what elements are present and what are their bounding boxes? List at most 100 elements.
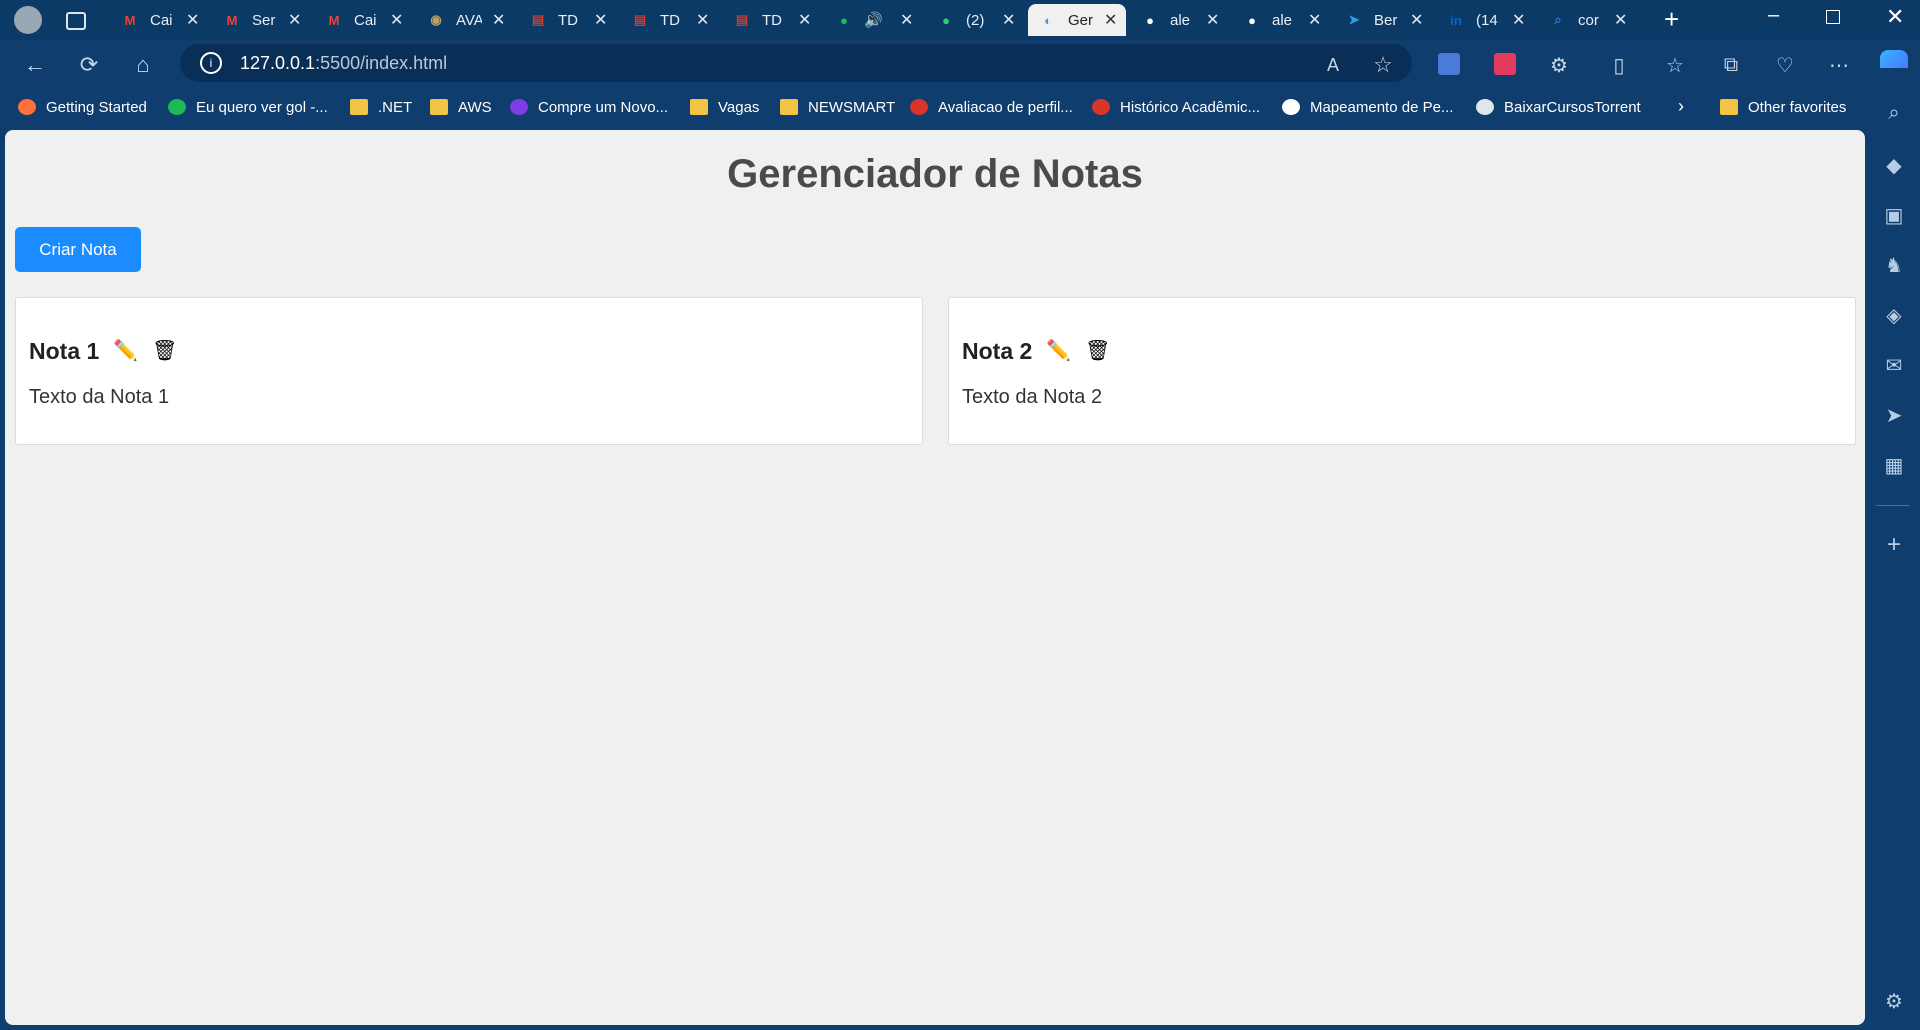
back-arrow-icon[interactable]: ←	[20, 50, 50, 80]
profile-extension-icon[interactable]	[1494, 53, 1516, 75]
reload-icon[interactable]: ⟳	[74, 50, 104, 80]
close-tab-icon[interactable]: ✕	[900, 10, 913, 30]
close-tab-icon[interactable]: ✕	[1002, 10, 1015, 30]
bookmark-item[interactable]: AWS	[430, 96, 492, 118]
tab-label: ale	[1170, 11, 1191, 29]
tab-label: (2)	[966, 11, 985, 29]
delete-trash-icon[interactable]: 🗑	[152, 338, 177, 363]
profile-avatar[interactable]	[14, 6, 42, 34]
bookmark-item[interactable]: BaixarCursosTorrent	[1476, 96, 1641, 118]
sidebar-add-icon[interactable]: +	[1881, 531, 1907, 558]
bookmark-label: .NET	[378, 98, 413, 116]
notes-icon: ◐	[1044, 12, 1052, 28]
home-icon[interactable]: ⌂	[128, 50, 158, 80]
bookmark-item[interactable]: NEWSMART	[780, 96, 895, 118]
close-tab-icon[interactable]: ✕	[1614, 10, 1627, 30]
linkedin-icon: in	[1450, 12, 1462, 28]
create-note-button[interactable]: Criar Nota	[15, 227, 141, 272]
browser-tab[interactable]: ● ale ✕	[1232, 4, 1330, 36]
other-favorites[interactable]: Other favorites	[1720, 96, 1846, 118]
sidebar-send-icon[interactable]: ➤	[1881, 402, 1907, 428]
close-tab-icon[interactable]: ✕	[1206, 10, 1219, 30]
github-icon: ●	[1248, 12, 1256, 28]
url-path: :5500/index.html	[315, 53, 448, 73]
sidebar-outlook-icon[interactable]: ✉	[1881, 352, 1907, 378]
favorite-star-icon[interactable]: ☆	[1368, 50, 1398, 80]
browser-tab[interactable]: ▤ TD ✕	[518, 4, 616, 36]
sidebar-office-icon[interactable]: ◈	[1881, 302, 1907, 328]
whatsapp-icon: ●	[942, 12, 950, 28]
close-tab-icon[interactable]: ✕	[594, 10, 607, 30]
delete-trash-icon[interactable]: 🗑	[1085, 338, 1110, 363]
browser-tab[interactable]: ● 🔊 ✕	[824, 4, 922, 36]
sidebar-shopping-icon[interactable]: ◆	[1881, 152, 1907, 178]
bookmark-item[interactable]: Vagas	[690, 96, 759, 118]
browser-tab[interactable]: ◉ AVA ✕	[416, 4, 514, 36]
extensions-icon[interactable]: ⚙	[1544, 50, 1574, 80]
note-card: Nota 1 ✏️ 🗑 Texto da Nota 1	[15, 297, 923, 445]
site-info-icon[interactable]: i	[200, 52, 222, 74]
browser-tab[interactable]: ● (2) ✕	[926, 4, 1024, 36]
sidebar-search-icon[interactable]: ⌕	[1881, 100, 1907, 126]
browser-tab[interactable]: M Cai ✕	[110, 4, 208, 36]
browser-tab[interactable]: ◐ Ger ✕	[1028, 4, 1126, 36]
favorites-icon[interactable]: ☆	[1660, 50, 1690, 80]
browser-tab[interactable]: in (14 ✕	[1436, 4, 1534, 36]
close-tab-icon[interactable]: ✕	[288, 10, 301, 30]
browser-tab[interactable]: ⌕ cor ✕	[1538, 4, 1636, 36]
bookmark-label: Vagas	[718, 98, 760, 116]
close-tab-icon[interactable]: ✕	[696, 10, 709, 30]
bookmark-item[interactable]: .NET	[350, 96, 412, 118]
bookmark-item[interactable]: Compre um Novo...	[510, 96, 668, 118]
tab-label: TD	[660, 11, 680, 29]
bookmarks-overflow-chevron-icon[interactable]: ›	[1678, 96, 1684, 117]
close-tab-icon[interactable]: ✕	[1308, 10, 1321, 30]
close-tab-icon[interactable]: ✕	[186, 10, 199, 30]
bookmark-label: NEWSMART	[808, 98, 896, 116]
bookmark-item[interactable]: Avaliacao de perfil...	[910, 96, 1073, 118]
browser-tab[interactable]: ▤ TD ✕	[722, 4, 820, 36]
close-tab-icon[interactable]: ✕	[798, 10, 811, 30]
speaker-icon[interactable]: 🔊	[864, 11, 890, 29]
bookmark-item[interactable]: Eu quero ver gol -...	[168, 96, 328, 118]
site-icon	[1476, 99, 1494, 115]
read-aloud-icon[interactable]: A	[1318, 50, 1348, 80]
browser-tab[interactable]: M Ser ✕	[212, 4, 310, 36]
gmail-icon: M	[226, 12, 238, 28]
browser-tab[interactable]: ▤ TD ✕	[620, 4, 718, 36]
folder-icon	[350, 99, 368, 115]
edit-pencil-icon[interactable]: ✏️	[1046, 338, 1071, 363]
pdf-icon: ▤	[531, 12, 545, 27]
tab-label: Ger	[1068, 11, 1094, 29]
bookmark-label: BaixarCursosTorrent	[1504, 98, 1641, 116]
tab-label: AVA	[456, 11, 482, 29]
sidebar-settings-icon[interactable]: ⚙	[1881, 988, 1907, 1014]
sidebar-tools-icon[interactable]: ▣	[1881, 202, 1907, 228]
translate-extension-icon[interactable]	[1438, 53, 1460, 75]
split-screen-icon[interactable]: ▯	[1604, 50, 1634, 80]
folder-icon	[780, 99, 798, 115]
bookmark-item[interactable]: Histórico Acadêmic...	[1092, 96, 1260, 118]
collections-icon[interactable]: ⧉	[1716, 50, 1746, 80]
browser-essentials-icon[interactable]: ♡	[1770, 50, 1800, 80]
edit-pencil-icon[interactable]: ✏️	[113, 338, 138, 363]
browser-tab[interactable]: M Cai ✕	[314, 4, 412, 36]
restore-button[interactable]	[1826, 10, 1840, 24]
close-tab-icon[interactable]: ✕	[492, 10, 505, 30]
close-tab-icon[interactable]: ✕	[1410, 10, 1423, 30]
close-tab-icon[interactable]: ✕	[390, 10, 403, 30]
browser-tab[interactable]: ● ale ✕	[1130, 4, 1228, 36]
sidebar-calculator-icon[interactable]: ▦	[1881, 452, 1907, 478]
new-tab-button[interactable]: +	[1664, 4, 1679, 35]
close-tab-icon[interactable]: ✕	[1104, 10, 1117, 30]
bookmark-item[interactable]: Getting Started	[18, 96, 147, 118]
bookmark-item[interactable]: Mapeamento de Pe...	[1282, 96, 1453, 118]
minimize-button[interactable]: –	[1768, 4, 1779, 27]
more-options-icon[interactable]: ⋯	[1824, 50, 1854, 80]
close-window-button[interactable]: ✕	[1886, 4, 1904, 30]
url-text[interactable]: 127.0.0.1:5500/index.html	[240, 53, 447, 74]
sidebar-games-icon[interactable]: ♞	[1881, 252, 1907, 278]
tab-actions-icon[interactable]	[66, 12, 86, 30]
close-tab-icon[interactable]: ✕	[1512, 10, 1525, 30]
browser-tab[interactable]: ➤ Ber ✕	[1334, 4, 1432, 36]
